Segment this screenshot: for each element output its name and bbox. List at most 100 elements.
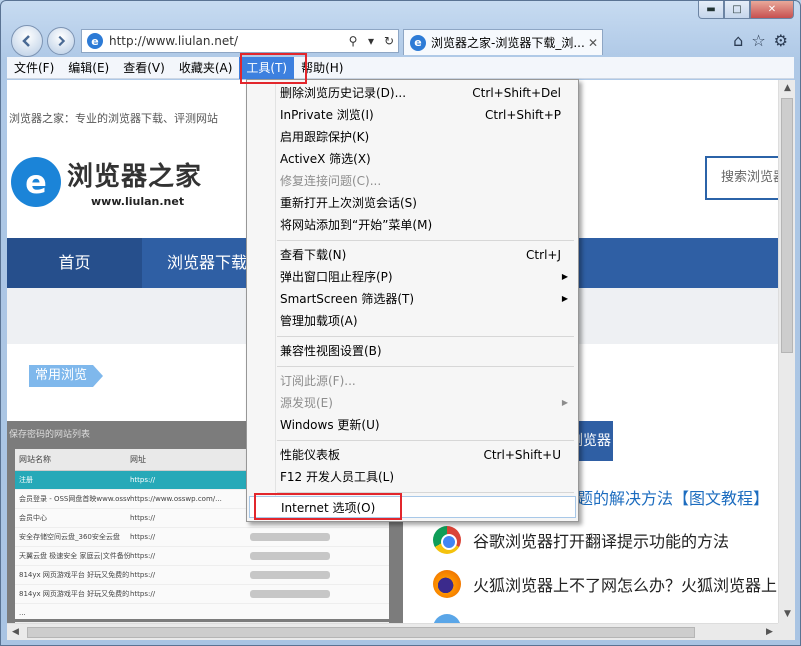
menu-item-subscribe-feed: 订阅此源(F)... bbox=[249, 370, 576, 392]
search-icon[interactable]: ⚲ bbox=[344, 34, 362, 48]
menu-item-windows-update[interactable]: Windows 更新(U) bbox=[249, 414, 576, 436]
refresh-icon[interactable]: ↻ bbox=[380, 34, 398, 48]
vertical-scrollbar[interactable]: ▲ ▼ bbox=[778, 80, 795, 623]
menu-view[interactable]: 查看(V) bbox=[116, 57, 172, 79]
row-url: https:// bbox=[130, 476, 250, 484]
menu-item-view-downloads[interactable]: 查看下载(N) Ctrl+J bbox=[249, 244, 576, 266]
dropdown-icon[interactable]: ▾ bbox=[362, 34, 380, 48]
address-bar[interactable]: e http://www.liulan.net/ ⚲ ▾ ↻ bbox=[81, 29, 399, 53]
screenshot-row: 安全存储空间云盘_360安全云盘https:// bbox=[15, 528, 389, 547]
article-title: 谷歌浏览器打开翻译提示功能的方法 bbox=[473, 528, 729, 552]
ie-tab-icon: e bbox=[410, 35, 426, 51]
browser-window: ▬ □ ✕ e http://www.liulan.net/ ⚲ ▾ ↻ e 浏… bbox=[0, 0, 801, 646]
menu-edit[interactable]: 编辑(E) bbox=[61, 57, 116, 79]
firefox-icon bbox=[433, 570, 461, 598]
menu-item-f12-devtools[interactable]: F12 开发人员工具(L) bbox=[249, 466, 576, 488]
favorites-star-icon[interactable]: ☆ bbox=[751, 31, 765, 50]
row-url: https:// bbox=[130, 514, 250, 522]
back-button[interactable] bbox=[11, 25, 43, 57]
tools-menu: 删除浏览历史记录(D)... Ctrl+Shift+Del InPrivate 浏… bbox=[246, 79, 579, 522]
menu-item-shortcut: Ctrl+Shift+Del bbox=[472, 82, 561, 104]
menu-item-label: 源发现(E) bbox=[280, 396, 333, 410]
screenshot-row: 814yx 网页游戏平台 好玩又免费的...https:// bbox=[15, 585, 389, 604]
menu-file[interactable]: 文件(F) bbox=[7, 57, 61, 79]
settings-gear-icon[interactable]: ⚙ bbox=[774, 31, 788, 50]
menu-item-label: InPrivate 浏览(I) bbox=[280, 108, 374, 122]
menu-item-smartscreen[interactable]: SmartScreen 筛选器(T)▶ bbox=[249, 288, 576, 310]
section-tag: 常用浏览 bbox=[29, 365, 93, 387]
nav-downloads[interactable]: 浏览器下载 bbox=[167, 238, 247, 288]
home-icon[interactable]: ⌂ bbox=[733, 31, 743, 50]
site-search-input[interactable]: 搜索浏览器 bbox=[705, 156, 778, 200]
article-link[interactable]: 火狐浏览器上不了网怎么办？火狐浏览器上 bbox=[433, 570, 777, 598]
menu-item-compat-view[interactable]: 兼容性视图设置(B) bbox=[249, 340, 576, 362]
row-url: https:// bbox=[130, 590, 250, 598]
row-name: 814yx 网页游戏平台 好玩又免费的... bbox=[15, 589, 130, 599]
site-tagline: 浏览器之家：专业的浏览器下载、评测网站 bbox=[9, 110, 218, 126]
menu-item-feed-discovery: 源发现(E) ▶ bbox=[249, 392, 576, 414]
menu-item-reopen-session[interactable]: 重新打开上次浏览会话(S) bbox=[249, 192, 576, 214]
nav-home[interactable]: 首页 bbox=[7, 238, 142, 288]
logo-e-icon: e bbox=[11, 157, 61, 207]
article-link[interactable]: 题的解决方法【图文教程】 bbox=[577, 485, 769, 509]
menu-item-label: 查看下载(N) bbox=[280, 248, 346, 262]
row-url: https:// bbox=[130, 552, 250, 560]
menu-item-label: 修复连接问题(C)... bbox=[280, 174, 381, 188]
menu-item-delete-history[interactable]: 删除浏览历史记录(D)... Ctrl+Shift+Del bbox=[249, 82, 576, 104]
menu-item-shortcut: Ctrl+Shift+U bbox=[483, 444, 561, 466]
blur-block bbox=[250, 552, 330, 560]
menu-item-label: 订阅此源(F)... bbox=[280, 374, 356, 388]
menu-item-tracking-protection[interactable]: 启用跟踪保护(K) bbox=[249, 126, 576, 148]
menu-favorites[interactable]: 收藏夹(A) bbox=[172, 57, 240, 79]
screenshot-title: 保存密码的网站列表 bbox=[9, 427, 90, 440]
row-name: ... bbox=[15, 609, 130, 617]
article-link-partial[interactable] bbox=[433, 614, 473, 623]
address-url[interactable]: http://www.liulan.net/ bbox=[109, 34, 344, 48]
row-name: 会员中心 bbox=[15, 513, 130, 523]
scroll-down-icon[interactable]: ▼ bbox=[779, 606, 796, 623]
menu-separator bbox=[277, 440, 574, 441]
forward-button[interactable] bbox=[47, 27, 75, 55]
screenshot-row: 天翼云盘 极速安全 家庭云|文件备份|...https:// bbox=[15, 547, 389, 566]
menu-item-label: 重新打开上次浏览会话(S) bbox=[280, 196, 417, 210]
menu-item-activex-filter[interactable]: ActiveX 筛选(X) bbox=[249, 148, 576, 170]
menu-item-popup-blocker[interactable]: 弹出窗口阻止程序(P)▶ bbox=[249, 266, 576, 288]
menu-item-label: 管理加载项(A) bbox=[280, 314, 358, 328]
scroll-up-icon[interactable]: ▲ bbox=[779, 80, 796, 97]
vertical-scroll-thumb[interactable] bbox=[781, 98, 793, 353]
maximize-button[interactable]: □ bbox=[724, 1, 750, 19]
article-link[interactable]: 谷歌浏览器打开翻译提示功能的方法 bbox=[433, 526, 729, 554]
article-title: 火狐浏览器上不了网怎么办？火狐浏览器上 bbox=[473, 572, 777, 596]
navigation-row: e http://www.liulan.net/ ⚲ ▾ ↻ e 浏览器之家-浏… bbox=[7, 25, 794, 55]
horizontal-scrollbar[interactable]: ◀ ▶ bbox=[7, 623, 778, 640]
menu-item-manage-addons[interactable]: 管理加载项(A) bbox=[249, 310, 576, 332]
site-logo[interactable]: e 浏览器之家 www.liulan.net bbox=[11, 156, 202, 208]
menu-separator bbox=[277, 366, 574, 367]
menu-item-label: 将网站添加到“开始”菜单(M) bbox=[280, 218, 432, 232]
menu-item-shortcut: Ctrl+J bbox=[526, 244, 561, 266]
menu-item-performance-dashboard[interactable]: 性能仪表板Ctrl+Shift+U bbox=[249, 444, 576, 466]
close-button[interactable]: ✕ bbox=[750, 1, 794, 19]
row-name: 注册 bbox=[15, 475, 130, 485]
ie-favicon-icon: e bbox=[87, 33, 103, 49]
scrollbar-corner bbox=[778, 623, 795, 640]
menu-separator bbox=[277, 336, 574, 337]
tab-close-icon[interactable]: ✕ bbox=[584, 36, 602, 50]
menu-separator bbox=[277, 240, 574, 241]
scroll-left-icon[interactable]: ◀ bbox=[7, 624, 24, 641]
tools-highlight-box bbox=[240, 53, 307, 84]
browser-tab[interactable]: e 浏览器之家-浏览器下载_浏... ✕ bbox=[403, 29, 603, 55]
toolbar-right-icons: ⌂ ☆ ⚙ bbox=[733, 31, 788, 50]
scroll-right-icon[interactable]: ▶ bbox=[761, 624, 778, 641]
horizontal-scroll-thumb[interactable] bbox=[27, 627, 695, 638]
minimize-button[interactable]: ▬ bbox=[698, 1, 724, 19]
menu-item-inprivate[interactable]: InPrivate 浏览(I)Ctrl+Shift+P bbox=[249, 104, 576, 126]
screenshot-header-name: 网站名称 bbox=[15, 454, 130, 465]
submenu-arrow-icon: ▶ bbox=[562, 392, 568, 414]
menu-item-add-to-start[interactable]: 将网站添加到“开始”菜单(M) bbox=[249, 214, 576, 236]
menu-item-fix-connection: 修复连接问题(C)... bbox=[249, 170, 576, 192]
new-tab-button[interactable] bbox=[605, 31, 629, 53]
menu-item-label: 兼容性视图设置(B) bbox=[280, 344, 382, 358]
menu-item-label: 删除浏览历史记录(D)... bbox=[280, 86, 406, 100]
screenshot-header-url: 网址 bbox=[130, 454, 250, 465]
